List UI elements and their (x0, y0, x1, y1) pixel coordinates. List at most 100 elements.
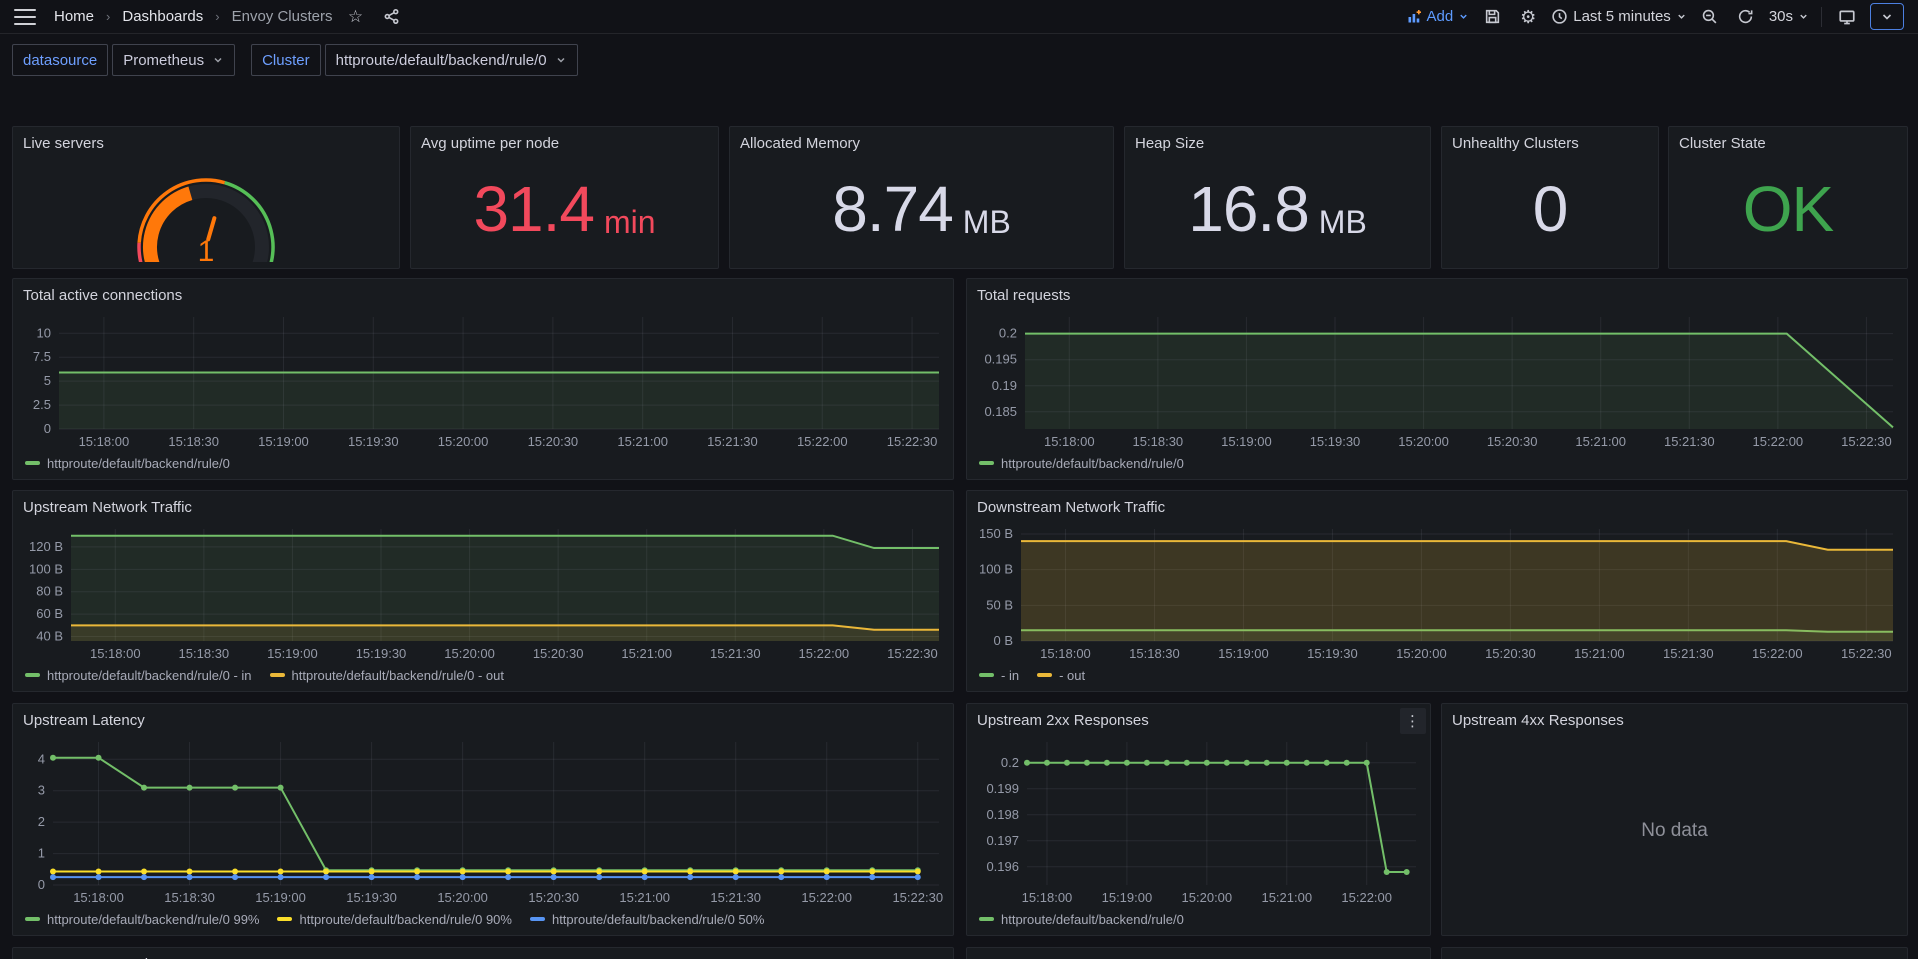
panel-title[interactable]: Total requests (977, 287, 1070, 304)
refresh-icon[interactable] (1733, 4, 1759, 30)
menu-icon[interactable] (14, 9, 36, 25)
legend-item[interactable]: httproute/default/backend/rule/0 - out (270, 668, 504, 683)
legend-item[interactable]: - out (1037, 668, 1085, 683)
gear-icon[interactable]: ⚙ (1515, 4, 1541, 30)
panel-title[interactable]: Live servers (23, 135, 104, 152)
chart-legend: httproute/default/backend/rule/0 (23, 453, 943, 473)
stat-unit: MB (963, 206, 1011, 238)
legend-item[interactable]: httproute/default/backend/rule/0 90% (277, 912, 511, 927)
legend-item[interactable]: httproute/default/backend/rule/0 (25, 456, 230, 471)
breadcrumb-separator: › (213, 9, 221, 24)
legend-item[interactable]: httproute/default/backend/rule/0 (979, 912, 1184, 927)
cluster-variable-select[interactable]: httproute/default/backend/rule/0 (325, 44, 578, 76)
legend-series-label: httproute/default/backend/rule/0 99% (47, 912, 259, 927)
upstream-2xx-chart[interactable]: 15:18:0015:19:0015:20:0015:21:0015:22:00… (977, 732, 1420, 909)
svg-text:15:21:00: 15:21:00 (1575, 434, 1626, 449)
top-nav-bar: Home › Dashboards › Envoy Clusters ☆ Add… (0, 0, 1918, 34)
svg-text:15:20:30: 15:20:30 (1485, 646, 1536, 661)
time-range-picker[interactable]: Last 5 minutes (1551, 8, 1687, 25)
panel-upstream-network-traffic: Upstream Network Traffic 15:18:0015:18:3… (12, 490, 954, 692)
panel-title[interactable]: Total active connections (23, 287, 182, 304)
legend-series-label: httproute/default/backend/rule/0 (47, 456, 230, 471)
svg-text:15:18:00: 15:18:00 (73, 890, 124, 905)
chevron-down-icon (1676, 11, 1687, 22)
stat-value: 0 (1533, 177, 1568, 241)
live-servers-gauge[interactable]: 1 (23, 155, 389, 262)
legend-item[interactable]: httproute/default/backend/rule/0 (979, 456, 1184, 471)
upstream-latency-chart[interactable]: 15:18:0015:18:3015:19:0015:19:3015:20:00… (23, 732, 943, 909)
save-icon[interactable] (1479, 4, 1505, 30)
datasource-variable-select[interactable]: Prometheus (112, 44, 235, 76)
panel-title[interactable]: Downstream Network Traffic (977, 499, 1165, 516)
datasource-variable-label: datasource (12, 44, 108, 76)
toolbar-divider (1821, 7, 1822, 27)
legend-series-label: httproute/default/backend/rule/0 90% (299, 912, 511, 927)
add-button[interactable]: Add (1406, 8, 1470, 25)
chevron-down-icon (1798, 11, 1809, 22)
panel-downstream-network-traffic: Downstream Network Traffic 15:18:0015:18… (966, 490, 1908, 692)
svg-text:15:22:30: 15:22:30 (892, 890, 943, 905)
panel-title[interactable]: Upstream Network Traffic (23, 499, 192, 516)
svg-text:15:19:30: 15:19:30 (346, 890, 397, 905)
panel-title[interactable]: Unhealthy Clusters (1452, 135, 1579, 152)
time-range-label: Last 5 minutes (1573, 8, 1671, 25)
panel-title[interactable]: Avg uptime per node (421, 135, 559, 152)
chevron-down-icon (212, 54, 224, 66)
panel-title[interactable]: Upstream 2xx Responses (977, 712, 1149, 729)
svg-text:15:22:00: 15:22:00 (1341, 890, 1392, 905)
svg-text:15:20:00: 15:20:00 (1182, 890, 1233, 905)
total-requests-chart[interactable]: 15:18:0015:18:3015:19:0015:19:3015:20:00… (977, 307, 1897, 453)
panel-menu-icon[interactable]: ⋮ (1400, 708, 1426, 734)
svg-text:0.196: 0.196 (986, 859, 1019, 874)
star-icon[interactable]: ☆ (342, 4, 368, 30)
svg-text:1: 1 (198, 235, 215, 262)
svg-text:15:21:00: 15:21:00 (619, 890, 670, 905)
upstream-network-traffic-chart[interactable]: 15:18:0015:18:3015:19:0015:19:3015:20:00… (23, 519, 943, 665)
svg-text:0.199: 0.199 (986, 781, 1019, 796)
breadcrumb-home[interactable]: Home (54, 8, 94, 25)
breadcrumb-current-dashboard: Envoy Clusters (232, 8, 333, 25)
legend-series-label: - in (1001, 668, 1019, 683)
legend-series-color (277, 917, 292, 921)
chart-legend: - in - out (977, 665, 1897, 685)
legend-item[interactable]: - in (979, 668, 1019, 683)
legend-series-color (979, 461, 994, 465)
legend-series-color (25, 673, 40, 677)
share-icon[interactable] (378, 4, 404, 30)
panel-title[interactable]: Upstream 4xx Responses (1452, 712, 1624, 729)
downstream-network-traffic-chart[interactable]: 15:18:0015:18:3015:19:0015:19:3015:20:00… (977, 519, 1897, 665)
panel-title[interactable]: Cluster State (1679, 135, 1766, 152)
chart-legend: httproute/default/backend/rule/0 (977, 909, 1420, 929)
legend-series-label: httproute/default/backend/rule/0 - in (47, 668, 252, 683)
svg-text:15:21:30: 15:21:30 (707, 434, 758, 449)
total-active-connections-chart[interactable]: 15:18:0015:18:3015:19:0015:19:3015:20:00… (23, 307, 943, 453)
monitor-icon[interactable] (1834, 4, 1860, 30)
chevron-down-icon (555, 54, 567, 66)
collapse-toolbar-button[interactable] (1870, 3, 1904, 30)
chart-legend: httproute/default/backend/rule/0 - in htt… (23, 665, 943, 685)
legend-series-color (979, 917, 994, 921)
svg-text:15:19:00: 15:19:00 (1221, 434, 1272, 449)
breadcrumb-dashboards[interactable]: Dashboards (122, 8, 203, 25)
stat-value: 31.4 (473, 177, 594, 241)
legend-series-color (530, 917, 545, 921)
svg-text:15:22:00: 15:22:00 (1752, 646, 1803, 661)
svg-text:15:18:00: 15:18:00 (90, 646, 141, 661)
svg-text:15:20:00: 15:20:00 (437, 890, 488, 905)
legend-series-label: httproute/default/backend/rule/0 - out (292, 668, 504, 683)
panel-title[interactable]: Allocated Memory (740, 135, 860, 152)
svg-text:0: 0 (44, 421, 51, 436)
legend-item[interactable]: httproute/default/backend/rule/0 - in (25, 668, 252, 683)
svg-text:100 B: 100 B (979, 562, 1013, 577)
svg-text:15:20:00: 15:20:00 (1398, 434, 1449, 449)
refresh-interval-picker[interactable]: 30s (1769, 8, 1809, 25)
panel-heap-size: Heap Size 16.8 MB (1124, 126, 1431, 269)
legend-item[interactable]: httproute/default/backend/rule/0 50% (530, 912, 764, 927)
svg-text:1: 1 (38, 846, 45, 861)
add-button-label: Add (1427, 8, 1454, 25)
panel-title[interactable]: Heap Size (1135, 135, 1204, 152)
panel-title[interactable]: Upstream Latency (23, 712, 145, 729)
zoom-out-icon[interactable] (1697, 4, 1723, 30)
legend-item[interactable]: httproute/default/backend/rule/0 99% (25, 912, 259, 927)
add-panel-icon (1406, 9, 1422, 25)
